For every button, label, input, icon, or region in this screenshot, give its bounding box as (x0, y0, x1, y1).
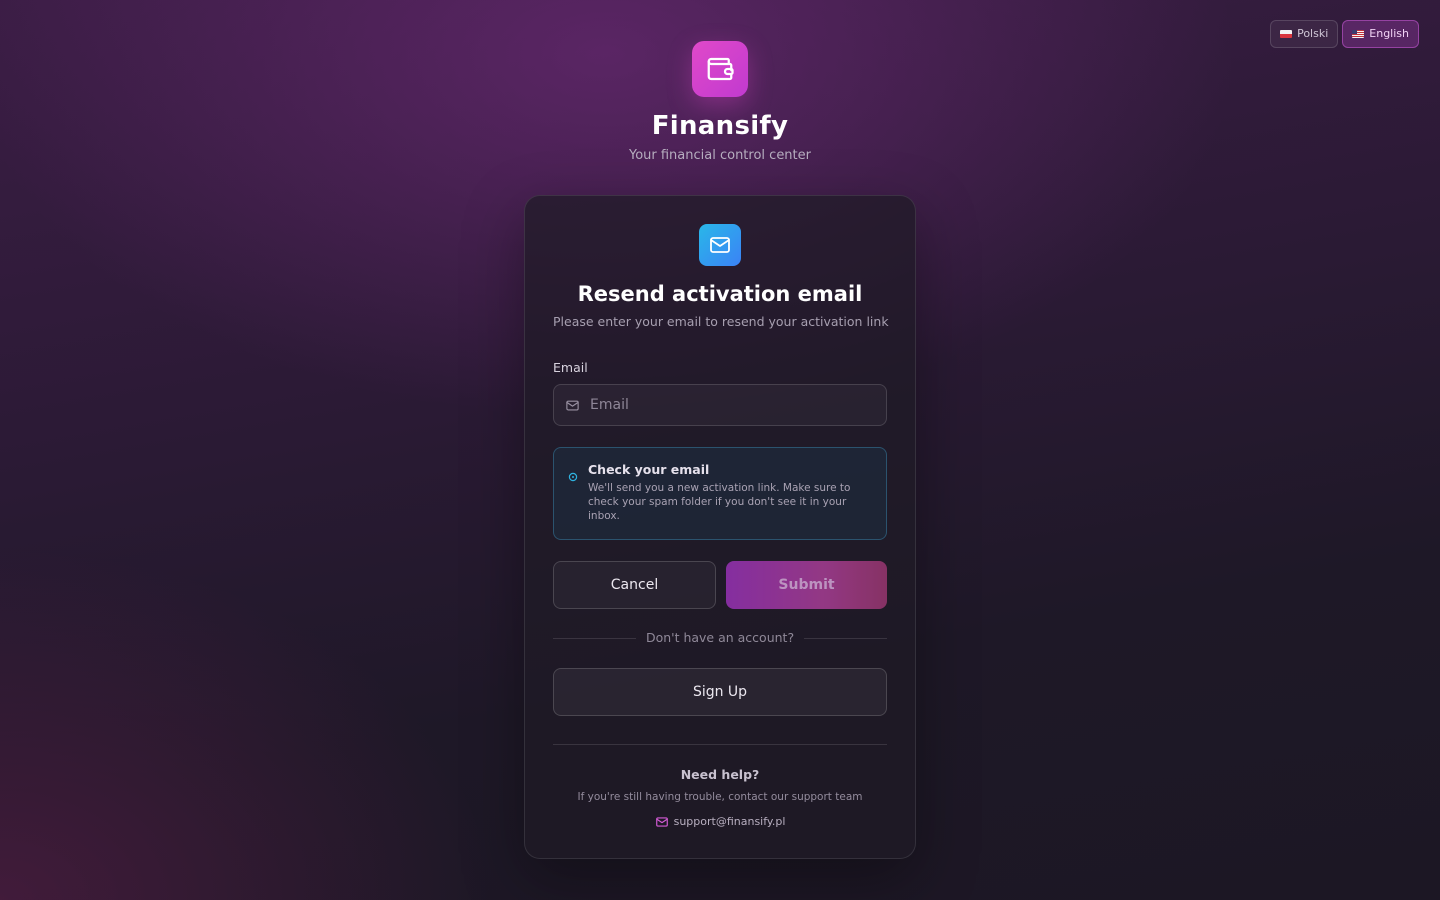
email-field-label: Email (553, 360, 588, 375)
action-buttons: Cancel Submit (553, 561, 887, 609)
info-box: Check your email We'll send you a new ac… (553, 447, 887, 540)
poland-flag-icon (1280, 30, 1293, 38)
wallet-icon (692, 41, 748, 97)
card-title: Resend activation email (577, 282, 863, 306)
resend-activation-card: Resend activation email Please enter you… (524, 195, 916, 859)
signup-prompt: Don't have an account? (645, 630, 795, 645)
footer-separator (553, 744, 887, 745)
brand-header: Finansify Your financial control center (0, 41, 1440, 164)
mail-icon (699, 224, 741, 266)
email-input-wrapper[interactable] (553, 384, 887, 426)
signup-divider: Don't have an account? (553, 630, 888, 646)
support-email-text: support@finansify.pl (673, 815, 786, 828)
info-icon (568, 462, 578, 539)
card-subtitle: Please enter your email to resend your a… (553, 314, 889, 329)
info-text: We'll send you a new activation link. Ma… (588, 482, 851, 522)
us-flag-icon (1352, 30, 1365, 38)
help-title: Need help? (680, 767, 760, 782)
submit-button[interactable]: Submit (726, 561, 887, 609)
brand-name: Finansify (651, 111, 789, 141)
support-email-link[interactable]: support@finansify.pl (553, 815, 887, 829)
divider-line-right (804, 637, 888, 639)
mail-icon (565, 398, 580, 413)
sign-up-button[interactable]: Sign Up (553, 668, 887, 716)
mail-icon (655, 815, 669, 829)
brand-tagline: Your financial control center (628, 148, 811, 163)
email-input[interactable] (590, 397, 886, 413)
help-text: If you're still having trouble, contact … (577, 791, 863, 803)
divider-line-left (553, 637, 636, 639)
cancel-button[interactable]: Cancel (553, 561, 716, 609)
info-title: Check your email (588, 462, 710, 477)
